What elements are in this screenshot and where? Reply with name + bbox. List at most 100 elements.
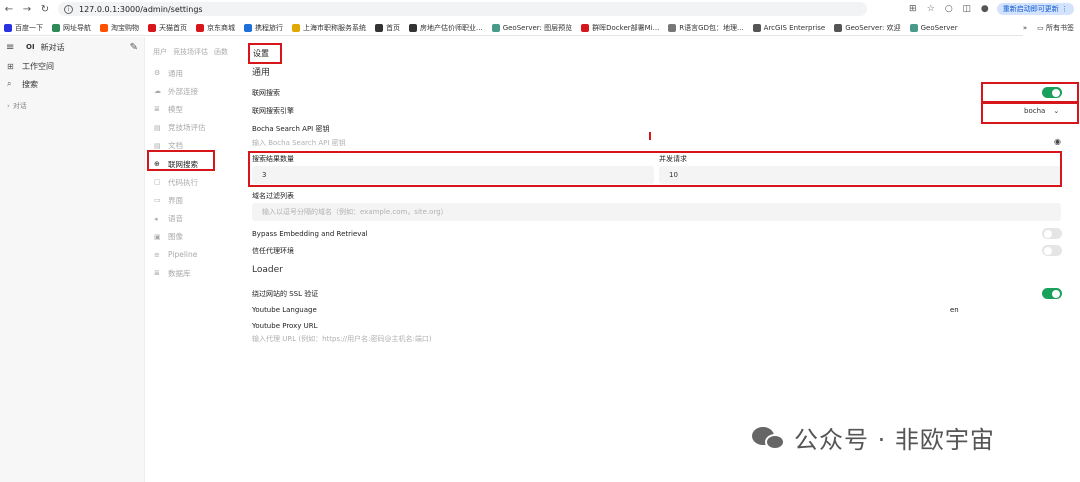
trust-proxy-toggle[interactable] <box>1042 245 1062 256</box>
search-lens-icon[interactable]: ○ <box>943 4 955 14</box>
stack-icon: ≣ <box>154 105 160 114</box>
settings-nav-label: 外部连接 <box>168 86 198 96</box>
tab-settings[interactable]: 设置 <box>248 43 282 64</box>
settings-nav-item[interactable]: ≣ 数据库 <box>150 264 240 282</box>
youtube-language-input[interactable]: en <box>950 306 959 314</box>
settings-nav-label: 模型 <box>168 104 183 114</box>
reload-icon[interactable]: ↻ <box>36 0 54 18</box>
favicon-icon <box>409 23 417 32</box>
bookmark-item[interactable]: 上海市职称服务系统 <box>292 23 366 33</box>
settings-nav-item[interactable]: ⚙ 通用 <box>150 64 240 82</box>
watermark-text: 公众号 · 非欧宇宙 <box>794 426 995 454</box>
youtube-proxy-input[interactable]: 输入代理 URL (例如：https://用户名:密码@主机名:端口) <box>252 334 432 344</box>
ssl-toggle[interactable] <box>1042 288 1062 299</box>
back-icon[interactable]: ← <box>0 0 18 18</box>
update-button[interactable]: 重新启动即可更新 ⋮ <box>996 3 1074 15</box>
bookmarks-overflow-button[interactable]: » <box>1023 24 1027 32</box>
bookmark-item[interactable]: 天猫首页 <box>148 23 187 33</box>
image-icon: ▣ <box>154 232 161 241</box>
web-search-label: 联网搜索 <box>252 89 280 97</box>
favicon-icon <box>244 23 252 32</box>
settings-nav-item[interactable]: ▣ 图像 <box>150 228 240 246</box>
address-bar[interactable]: i 127.0.0.1:3000/admin/settings <box>58 2 867 16</box>
code-icon: ▢ <box>154 178 161 187</box>
bookmark-label: R语言GD包：地理... <box>679 23 744 32</box>
compose-icon[interactable]: ✎ <box>130 42 138 53</box>
bookmark-item[interactable]: 网址导航 <box>52 23 91 33</box>
menu-icon[interactable]: ≡ <box>6 42 20 53</box>
speaker-icon: ◂ <box>154 214 158 223</box>
bypass-label: Bypass Embedding and Retrieval <box>252 230 368 238</box>
favicon-icon <box>581 23 590 32</box>
highlight-box <box>981 102 1079 124</box>
settings-nav-item[interactable]: ▤ 竞技场评估 <box>150 119 240 137</box>
settings-nav-label: 语音 <box>168 214 183 224</box>
settings-nav-item[interactable]: ▢ 代码执行 <box>150 173 240 191</box>
grid-icon: ⊞ <box>7 61 14 71</box>
translate-icon[interactable]: ⊞ <box>907 4 919 14</box>
settings-nav-label: 数据库 <box>168 268 191 278</box>
eye-icon[interactable]: ◉ <box>1054 137 1061 146</box>
favicon-icon <box>834 23 843 32</box>
settings-nav-label: 竞技场评估 <box>168 123 206 133</box>
bookmark-label: 天猫首页 <box>159 23 187 32</box>
favicon-icon <box>148 23 156 32</box>
settings-nav-item[interactable]: ▭ 界面 <box>150 191 240 209</box>
tab-arena[interactable]: 竞技场评估 <box>173 47 208 57</box>
settings-nav-label: 代码执行 <box>168 177 198 187</box>
favicon-icon <box>196 23 204 32</box>
monitor-icon: ▭ <box>154 196 161 205</box>
extensions-icon[interactable]: ◫ <box>961 4 973 14</box>
bookmark-item[interactable]: ArcGIS Enterprise <box>752 23 825 32</box>
ssl-label: 绕过网站的 SSL 验证 <box>252 290 319 298</box>
bookmark-label: 携程旅行 <box>255 23 283 32</box>
favicon-icon <box>491 23 500 32</box>
bookmark-label: 网址导航 <box>63 23 91 32</box>
profile-icon[interactable]: ● <box>979 4 991 14</box>
bookmark-item[interactable]: 携程旅行 <box>244 23 283 33</box>
bookmark-item[interactable]: 群晖Docker部署Mi... <box>581 23 659 33</box>
file-icon: ▤ <box>154 141 161 150</box>
tab-users[interactable]: 用户 <box>153 47 167 57</box>
settings-nav-item[interactable]: ☁ 外部连接 <box>150 82 240 100</box>
all-bookmarks-button[interactable]: ▭ 所有书签 <box>1037 23 1074 33</box>
api-key-input[interactable]: 输入 Bocha Search API 密钥 <box>252 138 346 148</box>
sidebar-group-chats[interactable]: › 对话 <box>0 97 144 115</box>
new-chat-button[interactable]: 新对话 <box>41 42 65 53</box>
bookmark-item[interactable]: R语言GD包：地理... <box>668 23 744 33</box>
domain-filter-input[interactable]: 输入以逗号分隔的域名（例如：example.com，site.org） <box>252 203 1061 221</box>
star-icon[interactable]: ☆ <box>925 4 937 14</box>
chevron-right-icon: › <box>7 102 10 110</box>
app-logo: OI <box>26 43 35 51</box>
settings-nav-label: 界面 <box>168 195 183 205</box>
settings-nav-item[interactable]: ≡ Pipeline <box>150 246 240 264</box>
bookmark-item[interactable]: 首页 <box>375 23 400 33</box>
favicon-icon <box>100 23 108 32</box>
bookmark-item[interactable]: GeoServer <box>909 23 958 32</box>
settings-nav-label: 通用 <box>168 68 183 78</box>
sidebar-item-label: 搜索 <box>22 79 38 89</box>
site-info-icon[interactable]: i <box>64 4 73 14</box>
bookmarks-bar: 百度一下 网址导航 淘宝购物 天猫首页 京东商城 携程旅行 上海市职称服务系统 首页 房地产估价… <box>0 20 1080 36</box>
settings-nav-label: 图像 <box>168 232 183 242</box>
tab-functions[interactable]: 函数 <box>214 47 228 57</box>
sidebar-item-search[interactable]: ⌕ 搜索 <box>0 75 144 93</box>
bookmark-item[interactable]: GeoServer: 欢迎 <box>834 23 901 33</box>
bookmark-item[interactable]: 京东商城 <box>196 23 235 33</box>
settings-nav-item[interactable]: ≣ 模型 <box>150 100 240 118</box>
folder-icon: ▭ <box>1037 24 1044 32</box>
bookmark-item[interactable]: 房地产估价师职业... <box>409 23 483 33</box>
highlight-box <box>147 150 215 171</box>
bookmark-item[interactable]: 淘宝购物 <box>100 23 139 33</box>
youtube-proxy-label: Youtube Proxy URL <box>252 322 318 330</box>
favicon-icon <box>52 23 60 32</box>
settings-nav-label: Pipeline <box>168 250 198 260</box>
bookmark-label: 首页 <box>386 23 400 32</box>
bookmark-item[interactable]: GeoServer: 图层预览 <box>491 23 572 33</box>
sidebar-item-workspace[interactable]: ⊞ 工作空间 <box>0 57 144 75</box>
settings-nav-item[interactable]: ◂ 语音 <box>150 210 240 228</box>
forward-icon[interactable]: → <box>18 0 36 18</box>
bypass-toggle[interactable] <box>1042 228 1062 239</box>
bookmark-item[interactable]: 百度一下 <box>4 23 43 33</box>
section-loader-heading: Loader <box>252 265 283 275</box>
